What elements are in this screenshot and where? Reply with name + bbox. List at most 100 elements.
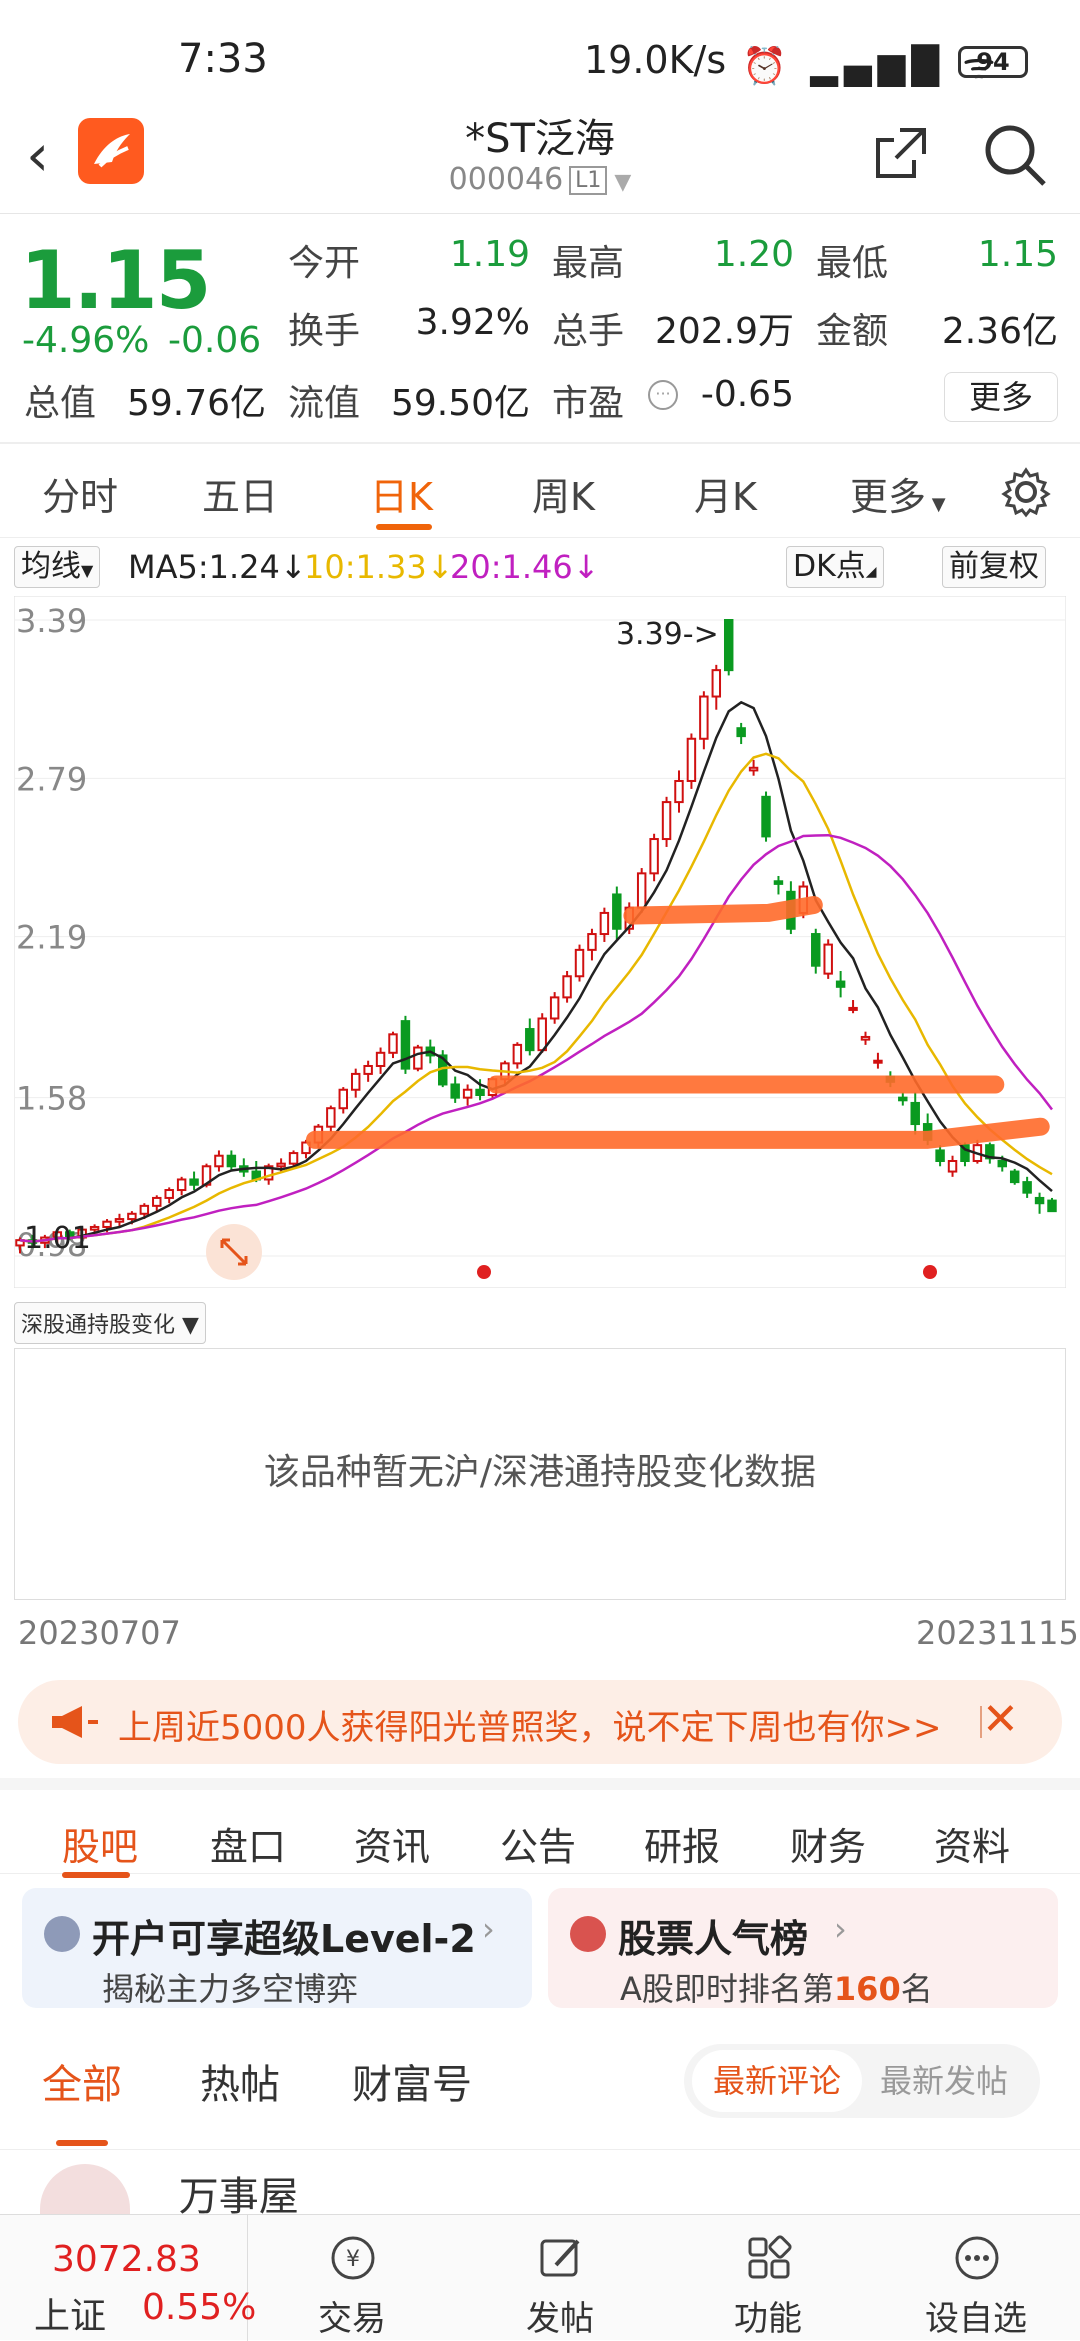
promo-banner[interactable]: 上周近5000人获得阳光普照奖，说不定下周也有你>> ✕ (18, 1680, 1062, 1764)
promo-text: 上周近5000人获得阳光普照奖，说不定下周也有你>> (118, 1708, 942, 1748)
low-label: 1.01 (24, 1221, 91, 1256)
news-tabs: 股吧 盘口 资讯 公告 研报 财务 资料 (0, 1778, 1080, 1878)
quote-value: 59.50亿 (390, 383, 530, 424)
quote-panel: 1.15 -4.96% -0.06 今开 1.19 最高 1.20 最低 1.1… (0, 214, 1080, 444)
chart-frame (13, 595, 1067, 1289)
quote-label: 市盈 (552, 383, 625, 424)
dk-point-label: DK点 (793, 549, 866, 584)
tab-announcement[interactable]: 公告 (500, 1816, 576, 1871)
search-icon[interactable] (980, 120, 1050, 190)
tab-news[interactable]: 资讯 (354, 1816, 430, 1871)
close-icon[interactable]: ✕ (982, 1694, 1019, 1745)
candle (835, 980, 846, 988)
index-value: 3072.83 (52, 2239, 201, 2280)
quote-value: 3.92% (415, 302, 530, 343)
candle (226, 1154, 237, 1168)
candle (773, 880, 784, 885)
quote-label: 今开 (288, 243, 361, 284)
nav-post[interactable]: 发帖 (460, 2215, 660, 2341)
dropdown-icon: ▼ (607, 170, 632, 195)
edit-icon (540, 2239, 580, 2277)
candle (450, 1083, 460, 1099)
tab-profile[interactable]: 资料 (934, 1816, 1010, 1871)
high-label: 3.39-> (616, 617, 719, 652)
tab-guba[interactable]: 股吧 (62, 1816, 138, 1871)
candle (649, 838, 659, 875)
nav-trade[interactable]: ¥ 交易 (252, 2215, 452, 2341)
tab-research[interactable]: 研报 (644, 1816, 720, 1871)
dk-point-button[interactable]: DK点◢ (786, 546, 884, 588)
tab-more-label: 更多 (850, 475, 927, 519)
card-title: 股票人气榜 (618, 1917, 809, 1961)
share-icon[interactable] (870, 122, 932, 184)
quote-value: 202.9万 (654, 311, 794, 352)
nav-function[interactable]: 功能 (668, 2215, 868, 2341)
last-price: 1.15 (20, 234, 211, 327)
candle (164, 1189, 174, 1199)
tab-pankou[interactable]: 盘口 (210, 1816, 286, 1871)
info-icon[interactable]: ··· (648, 380, 678, 410)
rank-number: 160 (833, 1970, 901, 2008)
candle (375, 1051, 386, 1067)
filter-all[interactable]: 全部 (42, 2052, 122, 2110)
change-amount: -0.06 (168, 320, 262, 361)
nav-watchlist[interactable]: 设自选 (876, 2215, 1076, 2341)
tab-intraday[interactable]: 分时 (42, 466, 118, 521)
active-tab-indicator (56, 2140, 108, 2146)
highlighter-stroke (623, 896, 823, 925)
quote-label: 流值 (288, 383, 361, 424)
candle (388, 1033, 398, 1054)
event-dot (477, 1265, 491, 1279)
tab-finance[interactable]: 财务 (790, 1816, 866, 1871)
candle (599, 911, 610, 936)
candle (574, 948, 585, 978)
quote-value: 1.15 (977, 234, 1058, 275)
sort-latest-comment[interactable]: 最新评论 (692, 2050, 862, 2112)
filter-wealth[interactable]: 财富号 (352, 2052, 472, 2110)
tab-more[interactable]: 更多 ▼ (850, 466, 946, 521)
quote-label: 金额 (816, 311, 889, 352)
ma20-value: 20:1.46 (450, 548, 573, 586)
quote-label: 换手 (288, 311, 361, 352)
stock-header: ‹ *ST泛海 000046 L1 ▼ (0, 100, 1080, 214)
candle (326, 1107, 336, 1128)
candle (935, 1149, 945, 1162)
holding-selector[interactable]: 深股通持股变化 ▼ (14, 1302, 206, 1344)
level2-card[interactable]: 开户可享超级Level-2 › 揭秘主力多空博弈 (22, 1888, 532, 2008)
card-title: 开户可享超级Level-2 (92, 1917, 476, 1961)
change-percent: -4.96% (22, 320, 150, 361)
quote-value: 2.36亿 (941, 311, 1058, 352)
candle (823, 943, 833, 975)
kline-chart[interactable]: 3.39 2.79 2.19 1.58 0.98 3.39-> 1.01 (13, 595, 1067, 1289)
adjust-button[interactable]: 前复权 (942, 546, 1046, 588)
candle (338, 1088, 349, 1110)
post-filter: 全部 热帖 财富号 最新评论 最新发帖 (0, 2030, 1080, 2150)
tab-monthly-k[interactable]: 月K (694, 466, 757, 521)
candle (761, 795, 771, 838)
sort-toggle: 最新评论 最新发帖 (684, 2044, 1040, 2118)
candle (512, 1043, 523, 1065)
popularity-card[interactable]: 股票人气榜 › A股即时排名第160名 (548, 1888, 1058, 2008)
filter-hot[interactable]: 热帖 (200, 2052, 280, 2110)
candle (562, 975, 572, 999)
y-tick-label: 1.58 (16, 1080, 87, 1118)
tab-weekly-k[interactable]: 周K (532, 466, 595, 521)
y-tick-label: 3.39 (16, 602, 87, 640)
index-ticker[interactable]: 3072.83 上证 0.55% (0, 2215, 256, 2341)
candle (152, 1196, 162, 1207)
sort-latest-post[interactable]: 最新发帖 (880, 2050, 1008, 2112)
tab-daily-k[interactable]: 日K (370, 466, 433, 521)
indicator-selector[interactable]: 均线▼ (14, 546, 101, 588)
active-tab-indicator (376, 524, 432, 530)
candle (350, 1072, 361, 1091)
candle (661, 801, 672, 841)
more-button[interactable]: 更多 (944, 372, 1058, 422)
nav-label: 发帖 (526, 2299, 594, 2339)
candle (276, 1162, 286, 1168)
indicator-bar: 均线▼ MA5:1.24↓ 10:1.33↓ 20:1.46↓ DK点◢ 前复权 (0, 540, 1080, 596)
gear-icon[interactable] (1000, 466, 1052, 518)
more-circle-icon (955, 2236, 999, 2280)
event-dot (923, 1265, 937, 1279)
candle (89, 1225, 100, 1231)
tab-five-day[interactable]: 五日 (202, 466, 278, 521)
